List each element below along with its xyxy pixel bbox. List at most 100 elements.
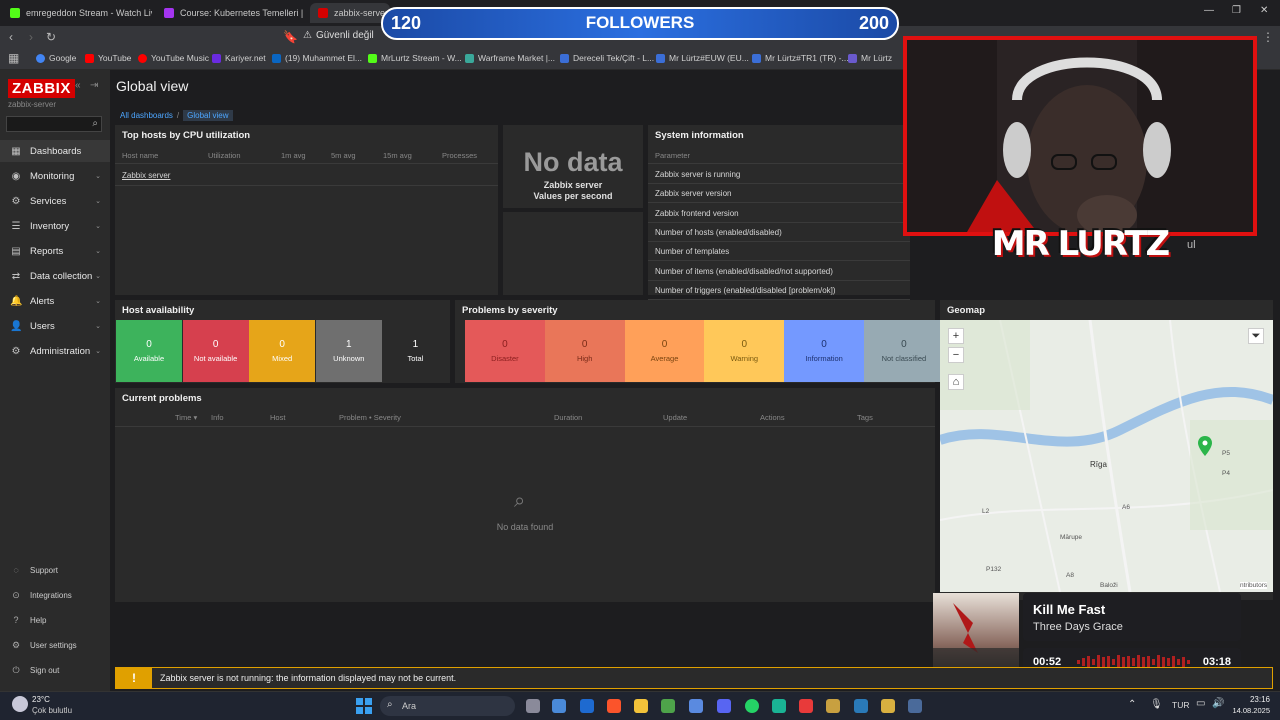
browser-tab-1[interactable]: emregeddon Stream - Watch Live on [2,3,152,23]
home-icon[interactable]: ⌂ [948,374,964,390]
network-tool-icon[interactable] [908,699,922,713]
forward-icon[interactable]: › [29,30,33,44]
breadcrumb-global-view[interactable]: Global view [183,110,233,121]
clock-date[interactable]: 14.08.2025 [1222,706,1270,715]
severity-count: 0 [502,339,508,350]
weather-icon[interactable] [12,696,28,712]
sidebar-item-data-collection[interactable]: ⇄ Data collection ⌄ [0,265,110,287]
maximize-icon[interactable]: ❐ [1232,5,1241,16]
clock-time[interactable]: 23:16 [1232,695,1270,704]
severity-not-classified[interactable]: 0 Not classified [864,320,944,382]
availability-mixed[interactable]: 0 Mixed [249,320,316,382]
map-marker-icon[interactable] [1198,436,1212,456]
zoom-in-button[interactable]: + [948,328,964,344]
sidebar-item-dashboards[interactable]: ▦ Dashboards [0,140,110,162]
map-canvas[interactable]: Rīga Mārupe Baloži P132 L2 A8 A6 P4 P5 n… [940,320,1273,592]
task-view-icon[interactable] [526,699,540,713]
browser-tab-3[interactable]: zabbix-server: D [310,3,390,23]
bookmark-dereceli[interactable]: Dereceli Tek/Çift - L... [560,53,654,63]
severity-disaster[interactable]: 0 Disaster [465,320,545,382]
reload-icon[interactable]: ↻ [46,30,56,44]
bookmark-icon[interactable]: 🔖 [283,30,298,44]
network-icon[interactable]: ▭ [1196,698,1205,709]
bookmark-youtube-music[interactable]: YouTube Music [138,53,209,63]
store-icon[interactable] [552,699,566,713]
brave-icon[interactable] [607,699,621,713]
terminal-icon[interactable] [772,699,786,713]
minecraft-icon[interactable] [661,699,675,713]
menu-icon[interactable]: ⋮ [1262,30,1274,44]
media-player-icon[interactable] [799,699,813,713]
sidebar-item-reports[interactable]: ▤ Reports ⌄ [0,240,110,262]
chevron-up-icon[interactable]: ⌃ [1128,699,1136,710]
league-icon[interactable] [826,699,840,713]
availability-unknown[interactable]: 1 Unknown [315,320,382,382]
discord-icon[interactable] [717,699,731,713]
sidebar-item-inventory[interactable]: ☰ Inventory ⌄ [0,215,110,237]
browser-tab-2[interactable]: Course: Kubernetes Temelleri | Udem [156,3,306,23]
apps-icon[interactable]: ▦ [8,51,19,65]
sidebar-item-monitoring[interactable]: ◉ Monitoring ⌄ [0,165,110,187]
whatsapp-icon[interactable] [745,699,759,713]
bookmark-euw[interactable]: Mr Lürtz#EUW (EU... [656,53,749,63]
close-icon[interactable]: ✕ [1260,5,1268,16]
sidebar-item-user-settings[interactable]: ⚙ User settings [0,636,110,654]
sidebar-item-integrations[interactable]: ⊙ Integrations [0,586,110,604]
collapse-sidebar-icon[interactable]: « [75,80,81,91]
sidebar-item-support[interactable]: ◌ Support [0,561,110,579]
column-header[interactable]: Utilization [208,151,241,160]
availability-not-available[interactable]: 0 Not available [182,320,249,382]
availability-total[interactable]: 1 Total [382,320,449,382]
host-link[interactable]: Zabbix server [122,171,170,180]
windows-start-icon[interactable] [356,698,372,714]
microphone-icon[interactable]: 🎙 [1150,699,1163,710]
column-header[interactable]: 5m avg [331,151,356,160]
column-header[interactable]: Time ▾ [175,413,197,422]
bookmark-warframe[interactable]: Warframe Market |... [465,53,555,63]
server-warning-bar: ! Zabbix server is not running: the info… [115,667,1273,689]
bookmark-mrlurtz[interactable]: Mr Lürtz [848,53,892,63]
zoom-out-button[interactable]: − [948,347,964,363]
back-icon[interactable]: ‹ [9,30,13,44]
bookmark-youtube[interactable]: YouTube [85,53,131,63]
sidebar-item-administration[interactable]: ⚙ Administration ⌄ [0,340,110,362]
column-header: Update [663,413,688,422]
sidebar-search-input[interactable]: ⌕ [6,116,102,132]
breadcrumb-all-dashboards[interactable]: All dashboards [120,111,173,120]
sidebar-item-help[interactable]: ? Help [0,611,110,629]
sidebar-item-users[interactable]: 👤 Users ⌄ [0,315,110,337]
availability-available[interactable]: 0 Available [116,320,182,382]
column-header[interactable]: 15m avg [383,151,412,160]
column-header[interactable]: Host [270,413,285,422]
kiosk-icon[interactable]: ⇥ [90,80,98,91]
column-header[interactable]: Host name [122,151,158,160]
bookmark-kariyer[interactable]: Kariyer.net [212,53,266,63]
app-icon[interactable] [689,699,703,713]
security-indicator[interactable]: ⚠ Güvenli değil [303,30,374,41]
severity-high[interactable]: 0 High [544,320,625,382]
severity-warning[interactable]: 0 Warning [704,320,785,382]
language-indicator[interactable]: TUR [1172,700,1189,710]
bookmark-mrlurtz-stream[interactable]: MrLurtz Stream - W... [368,53,462,63]
bookmark-linkedin[interactable]: (19) Muhammet El... [272,53,362,63]
severity-average[interactable]: 0 Average [624,320,705,382]
vscode-icon[interactable] [854,699,868,713]
sidebar-item-services[interactable]: ⚙ Services ⌄ [0,190,110,212]
file-explorer-icon[interactable] [634,699,648,713]
taskbar-search-input[interactable]: ⌕ Ara [380,696,515,716]
sidebar-item-alerts[interactable]: 🔔 Alerts ⌄ [0,290,110,312]
search-icon[interactable]: ⌕ [92,118,98,129]
sidebar-item-sign-out[interactable]: ⏻ Sign out [0,661,110,679]
column-header[interactable]: 1m avg [281,151,306,160]
filter-icon[interactable]: ⏷ [1248,328,1264,344]
column-header[interactable]: Processes [442,151,477,160]
bookmark-tr1[interactable]: Mr Lürtz#TR1 (TR) -... [752,53,849,63]
severity-count: 0 [581,339,588,350]
column-header[interactable]: Problem • Severity [339,413,401,422]
outlook-icon[interactable] [580,699,594,713]
severity-information[interactable]: 0 Information [784,320,864,382]
bookmark-google[interactable]: Google [36,53,76,63]
notes-icon[interactable] [881,699,895,713]
zabbix-logo[interactable]: ZABBIX [8,79,75,98]
minimize-icon[interactable]: — [1204,5,1214,16]
